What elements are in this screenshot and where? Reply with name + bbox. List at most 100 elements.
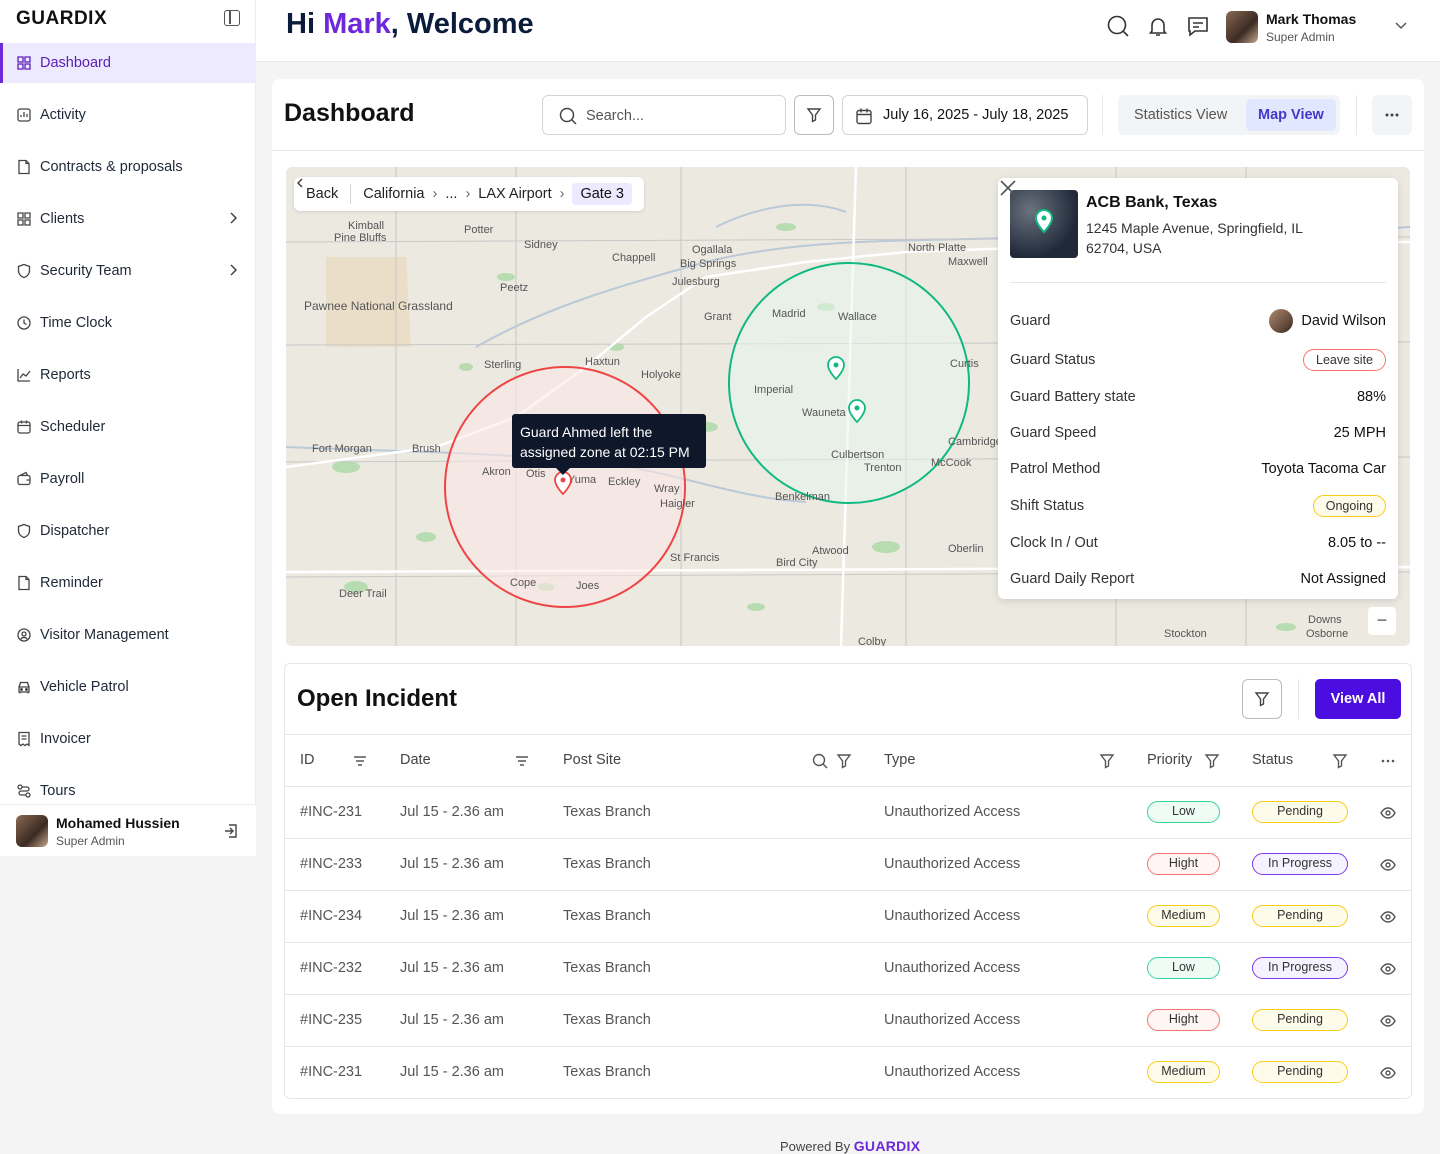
table-row[interactable]: #INC-232 Jul 15 - 2.36 am Texas Branch Unau… xyxy=(285,942,1411,994)
sidebar-item-visitor-management[interactable]: Visitor Management xyxy=(0,615,256,655)
priority-badge: Medium xyxy=(1147,1061,1220,1083)
sidebar-item-reminder[interactable]: Reminder xyxy=(0,563,256,603)
column-header-priority[interactable]: Priority xyxy=(1147,752,1192,768)
incident-id: #INC-233 xyxy=(300,856,363,872)
table-row[interactable]: #INC-233 Jul 15 - 2.36 am Texas Branch Unau… xyxy=(285,838,1411,890)
sidebar-item-label: Payroll xyxy=(40,471,85,487)
column-header-date[interactable]: Date xyxy=(400,752,431,768)
filter-icon[interactable] xyxy=(1099,753,1115,769)
sidebar-item-time-clock[interactable]: Time Clock xyxy=(0,303,256,343)
sidebar-item-label: Invoicer xyxy=(40,731,91,747)
map-place-label: Bird City xyxy=(776,557,818,569)
zoom-out-button[interactable]: − xyxy=(1368,607,1396,635)
sidebar-item-invoicer[interactable]: Invoicer xyxy=(0,719,256,759)
breadcrumb-item[interactable]: California xyxy=(363,186,424,202)
info-row: Guard Status Leave site xyxy=(1010,348,1386,372)
map-view[interactable]: Kimball Pine Bluffs Potter Sidney Chappell Og… xyxy=(286,167,1410,646)
search-icon[interactable] xyxy=(1106,14,1130,38)
chart-icon xyxy=(16,367,32,383)
map-alert-tooltip: Guard Ahmed left the assigned zone at 02… xyxy=(512,414,706,475)
chevron-right-icon[interactable] xyxy=(228,211,238,228)
close-icon[interactable] xyxy=(998,178,1018,198)
eye-icon[interactable] xyxy=(1380,961,1396,977)
table-row[interactable]: #INC-231 Jul 15 - 2.36 am Texas Branch Unau… xyxy=(285,1046,1411,1098)
map-place-label: Akron xyxy=(482,466,511,478)
info-label: Patrol Method xyxy=(1010,461,1101,477)
filter-icon[interactable] xyxy=(1332,753,1348,769)
sidebar-item-dashboard[interactable]: Dashboard xyxy=(0,43,256,83)
chevron-right-icon[interactable] xyxy=(228,263,238,280)
shield-icon xyxy=(16,523,32,539)
filter-button[interactable] xyxy=(794,95,834,135)
column-header-type[interactable]: Type xyxy=(884,752,915,768)
eye-icon[interactable] xyxy=(1380,857,1396,873)
clock-icon xyxy=(16,315,32,331)
column-header-post-site[interactable]: Post Site xyxy=(563,752,621,768)
eye-icon[interactable] xyxy=(1380,1065,1396,1081)
date-range-picker[interactable]: July 16, 2025 - July 18, 2025 xyxy=(842,95,1088,135)
guard-name[interactable]: David Wilson xyxy=(1269,309,1386,333)
search-input[interactable] xyxy=(586,105,776,127)
tab-map-view[interactable]: Map View xyxy=(1246,99,1336,131)
priority-badge: Hight xyxy=(1147,853,1220,875)
incident-date: Jul 15 - 2.36 am xyxy=(400,804,504,820)
map-place-label: Maxwell xyxy=(948,256,988,268)
avatar[interactable] xyxy=(1226,11,1258,43)
column-header-status[interactable]: Status xyxy=(1252,752,1293,768)
bell-icon[interactable] xyxy=(1146,14,1170,38)
eye-icon[interactable] xyxy=(1380,909,1396,925)
view-all-button[interactable]: View All xyxy=(1315,679,1401,719)
map-place-label: Eckley xyxy=(608,476,641,488)
sidebar-toggle-icon[interactable] xyxy=(224,10,240,26)
status-badge: In Progress xyxy=(1252,957,1348,979)
chevron-left-icon[interactable] xyxy=(294,177,306,189)
site-thumbnail xyxy=(1010,190,1078,258)
search-box[interactable] xyxy=(542,95,786,135)
more-horizontal-icon[interactable] xyxy=(1380,753,1396,769)
logout-icon[interactable] xyxy=(223,823,239,839)
more-options-button[interactable] xyxy=(1372,95,1412,135)
sidebar-item-reports[interactable]: Reports xyxy=(0,355,256,395)
map-place-label: Colby xyxy=(858,636,887,646)
page-title: Dashboard xyxy=(284,99,415,127)
sidebar-item-dispatcher[interactable]: Dispatcher xyxy=(0,511,256,551)
filter-icon[interactable] xyxy=(1204,753,1220,769)
table-row[interactable]: #INC-231 Jul 15 - 2.36 am Texas Branch Unau… xyxy=(285,786,1411,838)
sidebar-item-clients[interactable]: Clients xyxy=(0,199,256,239)
sidebar-item-activity[interactable]: Activity xyxy=(0,95,256,135)
sort-icon[interactable] xyxy=(352,753,368,769)
car-icon xyxy=(16,679,32,695)
map-place-label: Kimball xyxy=(348,220,384,232)
chat-icon[interactable] xyxy=(1186,14,1210,38)
sidebar-item-scheduler[interactable]: Scheduler xyxy=(0,407,256,447)
breadcrumb-back[interactable]: Back xyxy=(306,186,338,202)
search-icon[interactable] xyxy=(812,753,828,769)
breadcrumb-item[interactable]: ... xyxy=(445,186,457,202)
map-place-label: North Platte xyxy=(908,242,966,254)
avatar xyxy=(1269,309,1294,333)
breadcrumb-item[interactable]: LAX Airport xyxy=(478,186,551,202)
chevron-down-icon[interactable] xyxy=(1394,18,1408,32)
sort-icon[interactable] xyxy=(514,753,530,769)
filter-icon[interactable] xyxy=(836,753,852,769)
sidebar-item-contracts-proposals[interactable]: Contracts & proposals xyxy=(0,147,256,187)
map-place-label: Deer Trail xyxy=(339,588,387,600)
incident-type: Unauthorized Access xyxy=(884,804,1021,820)
sidebar-item-payroll[interactable]: Payroll xyxy=(0,459,256,499)
map-place-label: Benkelman xyxy=(775,491,830,503)
priority-badge: Hight xyxy=(1147,1009,1220,1031)
incident-filter-button[interactable] xyxy=(1242,679,1282,719)
map-place-label: Peetz xyxy=(500,282,528,294)
table-row[interactable]: #INC-234 Jul 15 - 2.36 am Texas Branch Unau… xyxy=(285,890,1411,942)
status-badge: Pending xyxy=(1252,1009,1348,1031)
eye-icon[interactable] xyxy=(1380,805,1396,821)
eye-icon[interactable] xyxy=(1380,1013,1396,1029)
sidebar-item-security-team[interactable]: Security Team xyxy=(0,251,256,291)
column-header-id[interactable]: ID xyxy=(300,752,315,768)
grid-icon xyxy=(16,55,32,71)
table-row[interactable]: #INC-235 Jul 15 - 2.36 am Texas Branch Unau… xyxy=(285,994,1411,1046)
sidebar-item-vehicle-patrol[interactable]: Vehicle Patrol xyxy=(0,667,256,707)
info-label: Guard Status xyxy=(1010,352,1096,368)
incident-id: #INC-232 xyxy=(300,960,363,976)
tab-statistics-view[interactable]: Statistics View xyxy=(1122,99,1239,131)
